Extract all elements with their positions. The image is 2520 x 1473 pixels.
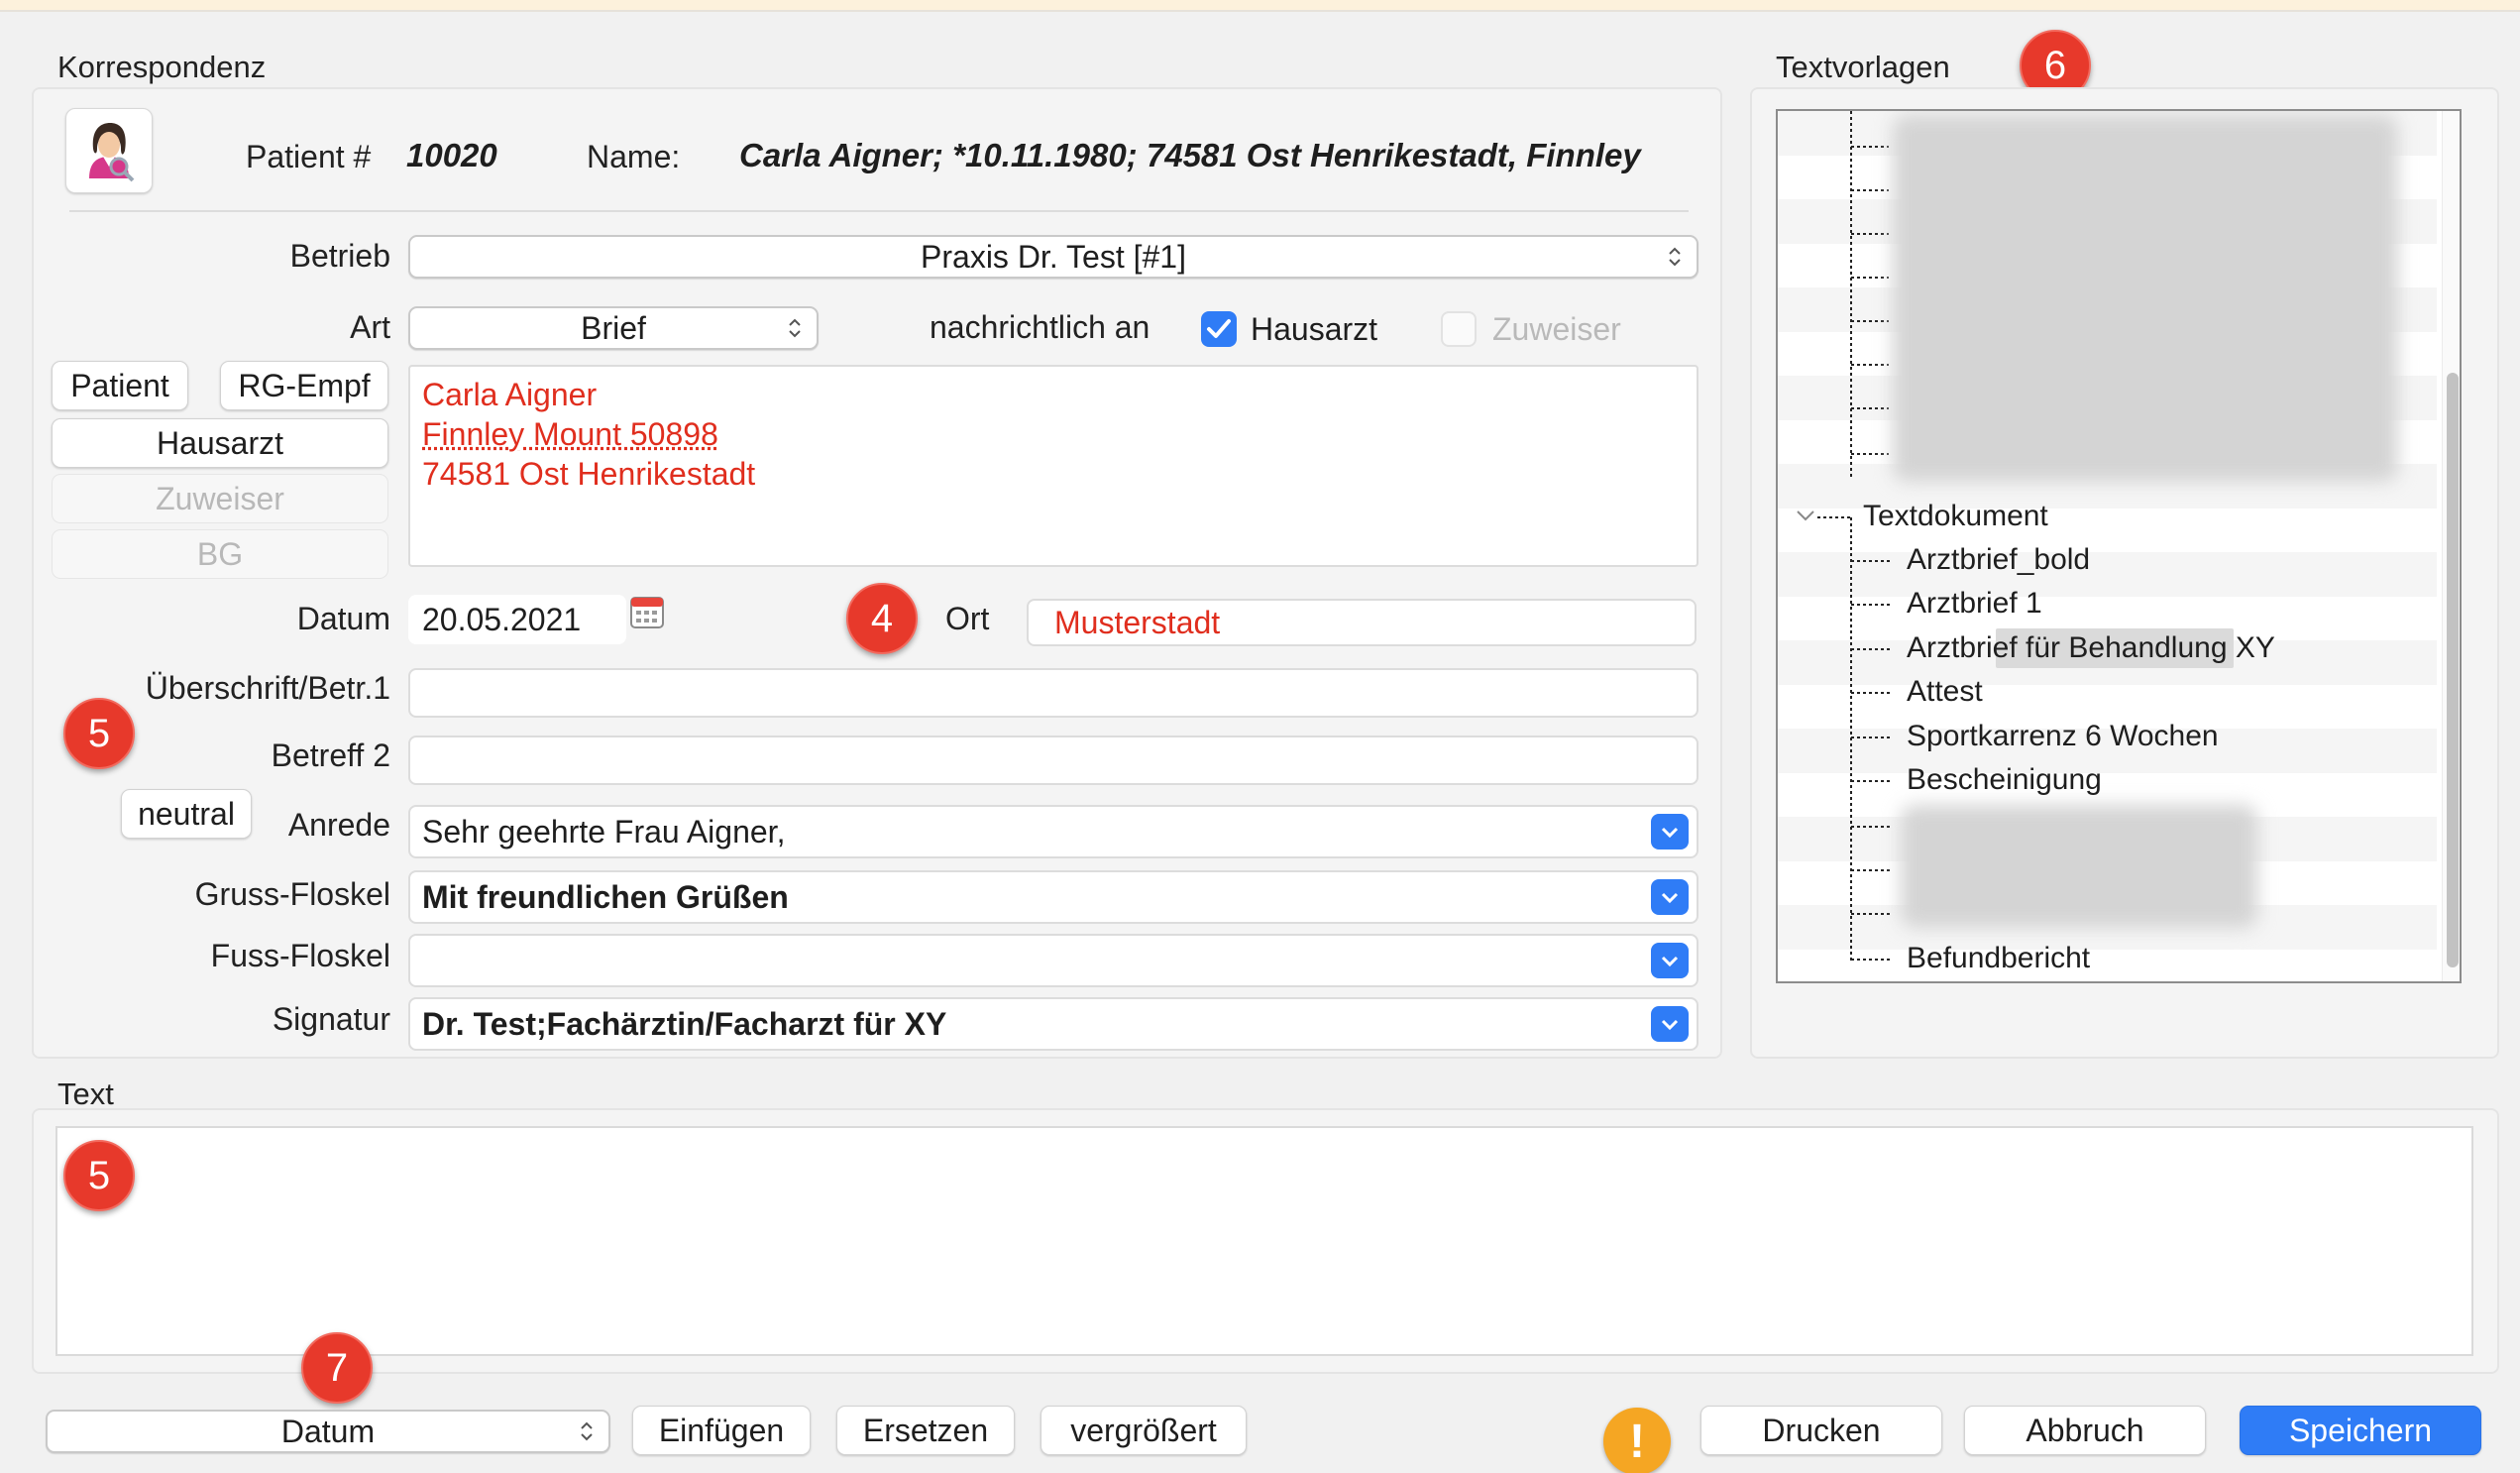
drucken-button[interactable]: Drucken [1700,1406,1942,1455]
address-line-street: Finnley Mount 50898 [422,416,718,452]
tree-item[interactable]: Arztbrief_bold [1907,543,2090,577]
einfuegen-button[interactable]: Einfügen [632,1406,811,1455]
ueberschrift-field[interactable] [408,668,1698,718]
neutral-button[interactable]: neutral [121,789,252,839]
gruss-dropdown-button[interactable] [1651,879,1689,915]
betrieb-select[interactable]: Praxis Dr. Test [#1] [408,235,1698,279]
zuweiser-checkbox[interactable] [1441,311,1477,347]
patient-name-value: Carla Aigner; *10.11.1980; 74581 Ost Hen… [739,137,1641,173]
annotation-badge-7: 7 [301,1332,373,1404]
field-insert-select[interactable]: Datum [46,1410,610,1453]
ueberschrift-label: Überschrift/Betr.1 [145,670,390,706]
tree-scrollbar-thumb[interactable] [2447,373,2459,967]
chevron-down-icon [1661,1019,1679,1031]
chevron-down-icon [1661,956,1679,967]
hausarzt-checkbox[interactable] [1201,311,1237,347]
betrieb-select-value: Praxis Dr. Test [#1] [921,238,1186,275]
header-divider [69,210,1689,212]
anrede-combobox[interactable]: Sehr geehrte Frau Aigner, [408,805,1698,858]
field-insert-select-value: Datum [280,1413,376,1449]
redacted-entries [1893,115,2398,482]
name-label: Name: [587,139,681,174]
nachrichtlich-label: nachrichtlich an [930,309,1150,345]
template-tree[interactable]: Textdokument Arztbrief_bold Arztbrief 1 … [1776,109,2462,983]
address-line-name: Carla Aigner [422,377,598,412]
betreff2-label: Betreff 2 [271,737,390,773]
fuss-combobox[interactable] [408,934,1698,987]
annotation-badge-5: 5 [63,698,135,769]
address-line-city: 74581 Ost Henrikestadt [422,456,756,492]
calendar-icon [630,597,664,628]
patient-address-button[interactable]: Patient [52,361,188,410]
tree-item[interactable]: Arztbrief für Behandlung XY [1907,631,2275,665]
text-section-title: Text [57,1076,114,1111]
datum-field[interactable]: 20.05.2021 [408,595,626,644]
zuweiser-checkbox-label: Zuweiser [1492,311,1621,347]
datum-label: Datum [296,601,390,636]
bg-address-button[interactable]: BG [52,529,388,579]
textvorlagen-title: Textvorlagen [1776,50,1950,84]
abbruch-button[interactable]: Abbruch [1964,1406,2206,1455]
gruss-value: Mit freundlichen Grüßen [422,878,789,915]
redacted-entries [1901,805,2257,928]
tree-folder-textdokument[interactable]: Textdokument [1863,500,2048,533]
annotation-badge-4: 4 [846,583,918,654]
signatur-combobox[interactable]: Dr. Test;Fachärztin/Facharzt für XY [408,997,1698,1051]
hausarzt-checkbox-label: Hausarzt [1251,311,1378,347]
tree-item[interactable]: Sportkarrenz 6 Wochen [1907,720,2219,753]
gruss-label: Gruss-Floskel [194,876,390,912]
ort-label: Ort [945,601,990,636]
speichern-button[interactable]: Speichern [2240,1406,2481,1455]
updown-chevron-icon [789,318,801,338]
address-textarea[interactable]: Carla Aigner Finnley Mount 50898 74581 O… [408,365,1698,567]
vergroessert-button[interactable]: vergrößert [1041,1406,1247,1455]
ort-field[interactable]: Musterstadt [1027,599,1697,646]
calendar-button[interactable] [628,593,666,630]
anrede-dropdown-button[interactable] [1651,814,1689,850]
annotation-badge-5: 5 [63,1140,135,1211]
chevron-down-icon [1661,892,1679,904]
zuweiser-address-button[interactable]: Zuweiser [52,474,388,523]
tree-item[interactable]: Attest [1907,675,1983,709]
patient-number-value: 10020 [406,137,497,173]
fuss-label: Fuss-Floskel [210,938,390,973]
warning-icon[interactable]: ! [1603,1408,1671,1473]
art-label: Art [350,309,390,345]
chevron-down-icon [1661,827,1679,839]
updown-chevron-icon [1669,247,1681,267]
patient-avatar-icon [89,123,135,182]
gruss-combobox[interactable]: Mit freundlichen Grüßen [408,870,1698,924]
rg-empf-address-button[interactable]: RG-Empf [220,361,388,410]
text-body-textarea[interactable] [55,1126,2473,1356]
disclosure-chevron-icon [1797,510,1814,521]
fuss-dropdown-button[interactable] [1651,943,1689,978]
betrieb-label: Betrieb [289,238,390,274]
tree-item[interactable]: Bescheinigung [1907,763,2102,797]
ersetzen-button[interactable]: Ersetzen [836,1406,1015,1455]
correspondence-window: Korrespondenz Patient # 10020 Name: Carl… [0,10,2520,1473]
tree-item[interactable]: Arztbrief 1 [1907,587,2042,621]
signatur-label: Signatur [272,1001,390,1037]
anrede-value: Sehr geehrte Frau Aigner, [422,813,786,850]
hausarzt-address-button[interactable]: Hausarzt [52,418,388,468]
art-select[interactable]: Brief [408,306,819,350]
art-select-value: Brief [581,309,646,346]
betreff2-field[interactable] [408,736,1698,785]
checkmark-icon [1207,319,1231,338]
tree-item[interactable]: Befundbericht [1907,942,2090,975]
patient-number-label: Patient # [246,139,372,174]
patient-avatar-button[interactable] [65,108,153,193]
signatur-value: Dr. Test;Fachärztin/Facharzt für XY [422,1005,947,1042]
updown-chevron-icon [581,1421,593,1441]
signatur-dropdown-button[interactable] [1651,1006,1689,1042]
korrespondenz-title: Korrespondenz [57,50,267,84]
tree-scrollbar-track[interactable] [2442,111,2460,981]
anrede-label: Anrede [287,807,390,843]
